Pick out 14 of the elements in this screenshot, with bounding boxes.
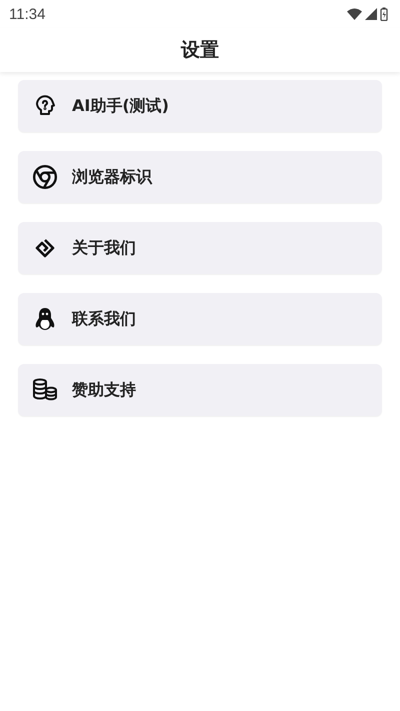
settings-item[interactable]: 联系我们 [18, 293, 382, 345]
penguin-icon [34, 307, 56, 331]
signal-icon [365, 8, 377, 20]
settings-item[interactable]: 浏览器标识 [18, 151, 382, 203]
coins-icon [32, 378, 58, 402]
head-question-icon [33, 94, 57, 118]
settings-item[interactable]: 关于我们 [18, 222, 382, 274]
browser-icon [32, 164, 58, 190]
page-title: 设置 [181, 38, 219, 63]
wifi-icon [347, 8, 362, 20]
status-time: 11:34 [9, 6, 46, 22]
settings-item[interactable]: AI助手(测试) [18, 80, 382, 132]
battery-icon [380, 7, 388, 21]
settings-item[interactable]: 赞助支持 [18, 364, 382, 416]
